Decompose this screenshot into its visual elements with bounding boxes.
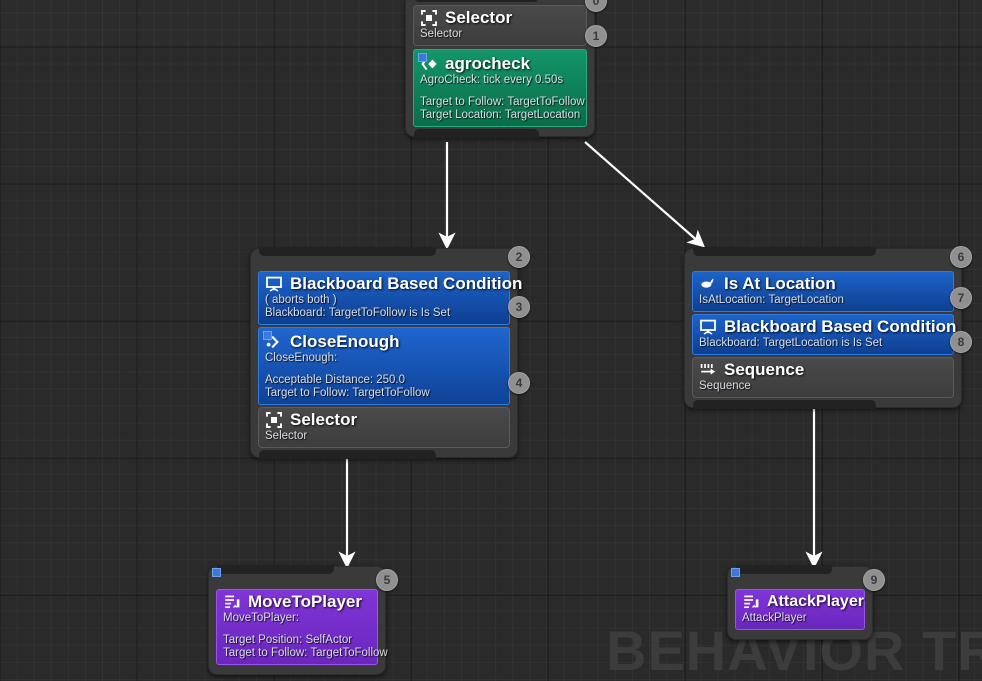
service-title-row: agrocheck — [420, 54, 580, 74]
service-spacer — [420, 87, 580, 96]
service-line-0: CloseEnough: — [265, 352, 338, 364]
node-pin-bottom[interactable] — [414, 129, 540, 138]
decorator-line-0: ( aborts both ) — [265, 294, 337, 306]
node-badge-5: 5 — [376, 569, 398, 591]
node-move-to-player[interactable]: MoveToPlayer MoveToPlayer: Target Positi… — [208, 565, 398, 675]
node-pin-top[interactable] — [259, 247, 436, 256]
node-pin-top[interactable] — [736, 565, 833, 574]
task-icon — [742, 593, 760, 611]
node-badge-4: 4 — [508, 372, 530, 394]
node-subtitle: Selector — [420, 28, 463, 40]
service-line-2: Target to Follow: TargetToFollow — [420, 96, 585, 108]
node-row-sequence[interactable]: Sequence Sequence — [692, 357, 954, 398]
node-left-selector[interactable]: Blackboard Based Condition ( aborts both… — [250, 246, 530, 459]
decorator-title-text: Blackboard Based Condition — [290, 274, 523, 293]
node-badge-3: 3 — [508, 296, 530, 318]
task-line-2: Target Position: SelfActor — [223, 634, 353, 646]
service-title-text: CloseEnough — [290, 332, 400, 351]
node-row-decorator-blackboard[interactable]: Blackboard Based Condition Blackboard: T… — [692, 314, 956, 355]
node-title-text: Selector — [445, 8, 513, 27]
node-title-row: Selector — [420, 8, 580, 28]
decorator-title-text: Is At Location — [724, 274, 836, 293]
node-badge-6: 6 — [950, 246, 972, 268]
task-title-text: AttackPlayer — [767, 593, 864, 610]
node-badge-2: 2 — [508, 246, 530, 268]
task-line-3: Target to Follow: TargetToFollow — [223, 647, 388, 659]
node-row-selector[interactable]: Selector Selector — [258, 407, 510, 448]
behavior-tree-canvas[interactable]: BEHAVIOR TRE — [0, 0, 982, 681]
node-title-text: Selector — [290, 410, 358, 429]
node-row-service-closeenough[interactable]: CloseEnough CloseEnough: Acceptable Dist… — [258, 327, 510, 405]
is-at-location-icon — [699, 275, 717, 293]
node-badge-7: 7 — [950, 287, 972, 309]
service-title-text: agrocheck — [445, 54, 531, 73]
decorator-line-0: Blackboard: TargetLocation is Is Set — [699, 337, 883, 349]
decorator-line-0: IsAtLocation: TargetLocation — [699, 294, 844, 306]
node-badge-9: 9 — [863, 569, 885, 591]
service-line-0: AgroCheck: tick every 0.50s — [420, 74, 564, 86]
service-line-3: Target Location: TargetLocation — [420, 109, 581, 121]
task-pin-icon[interactable] — [731, 568, 740, 577]
node-row-selector[interactable]: Selector Selector — [413, 5, 587, 46]
service-pin-icon[interactable] — [418, 53, 427, 62]
node-subtitle: Sequence — [699, 380, 751, 392]
selector-icon — [265, 411, 283, 429]
decorator-title-row: Blackboard Based Condition — [699, 317, 956, 337]
node-row-decorator-isatlocation[interactable]: Is At Location IsAtLocation: TargetLocat… — [692, 271, 954, 312]
sequence-icon — [699, 361, 717, 379]
selector-icon — [420, 9, 438, 27]
task-line-0: MoveToPlayer: — [223, 612, 300, 624]
service-pin-icon[interactable] — [263, 331, 272, 340]
task-pin-icon[interactable] — [212, 568, 221, 577]
decorator-title-row: Blackboard Based Condition — [265, 274, 522, 294]
task-title-row: AttackPlayer — [742, 592, 864, 612]
decorator-title-row: Is At Location — [699, 274, 947, 294]
task-title-row: MoveToPlayer — [223, 592, 371, 612]
task-line-0: AttackPlayer — [742, 612, 807, 624]
node-pin-bottom[interactable] — [693, 400, 877, 409]
node-row-task[interactable]: MoveToPlayer MoveToPlayer: Target Positi… — [216, 589, 388, 665]
service-line-2: Acceptable Distance: 250.0 — [265, 374, 406, 386]
node-badge-8: 8 — [950, 331, 972, 353]
task-spacer — [223, 625, 371, 634]
node-row-decorator-blackboard[interactable]: Blackboard Based Condition ( aborts both… — [258, 271, 522, 325]
node-row-service-agrocheck[interactable]: agrocheck AgroCheck: tick every 0.50s Ta… — [413, 49, 587, 127]
decorator-line-1: Blackboard: TargetToFollow is Is Set — [265, 307, 451, 319]
node-badge-1: 1 — [585, 25, 607, 47]
node-root-selector[interactable]: Selector Selector agrocheck AgroCheck: t… — [405, 0, 607, 138]
blackboard-icon — [265, 275, 283, 293]
service-spacer — [265, 365, 503, 374]
node-title-row: Sequence — [699, 360, 947, 380]
node-title-row: Selector — [265, 410, 503, 430]
blackboard-icon — [699, 318, 717, 336]
node-right-sequence[interactable]: Is At Location IsAtLocation: TargetLocat… — [684, 246, 972, 409]
service-line-3: Target to Follow: TargetToFollow — [265, 387, 430, 399]
task-icon — [223, 593, 241, 611]
node-title-text: Sequence — [724, 360, 805, 379]
decorator-title-text: Blackboard Based Condition — [724, 317, 957, 336]
service-title-row: CloseEnough — [265, 332, 503, 352]
wire-root-to-right — [584, 141, 705, 248]
node-pin-top[interactable] — [693, 247, 877, 256]
node-pin-top[interactable] — [217, 565, 335, 574]
node-subtitle: Selector — [265, 430, 308, 442]
node-pin-top[interactable] — [414, 0, 540, 2]
node-pin-bottom[interactable] — [259, 450, 436, 459]
task-title-text: MoveToPlayer — [248, 592, 363, 611]
node-row-task[interactable]: AttackPlayer AttackPlayer — [735, 589, 865, 630]
node-attack-player[interactable]: AttackPlayer AttackPlayer 9 — [727, 565, 885, 640]
